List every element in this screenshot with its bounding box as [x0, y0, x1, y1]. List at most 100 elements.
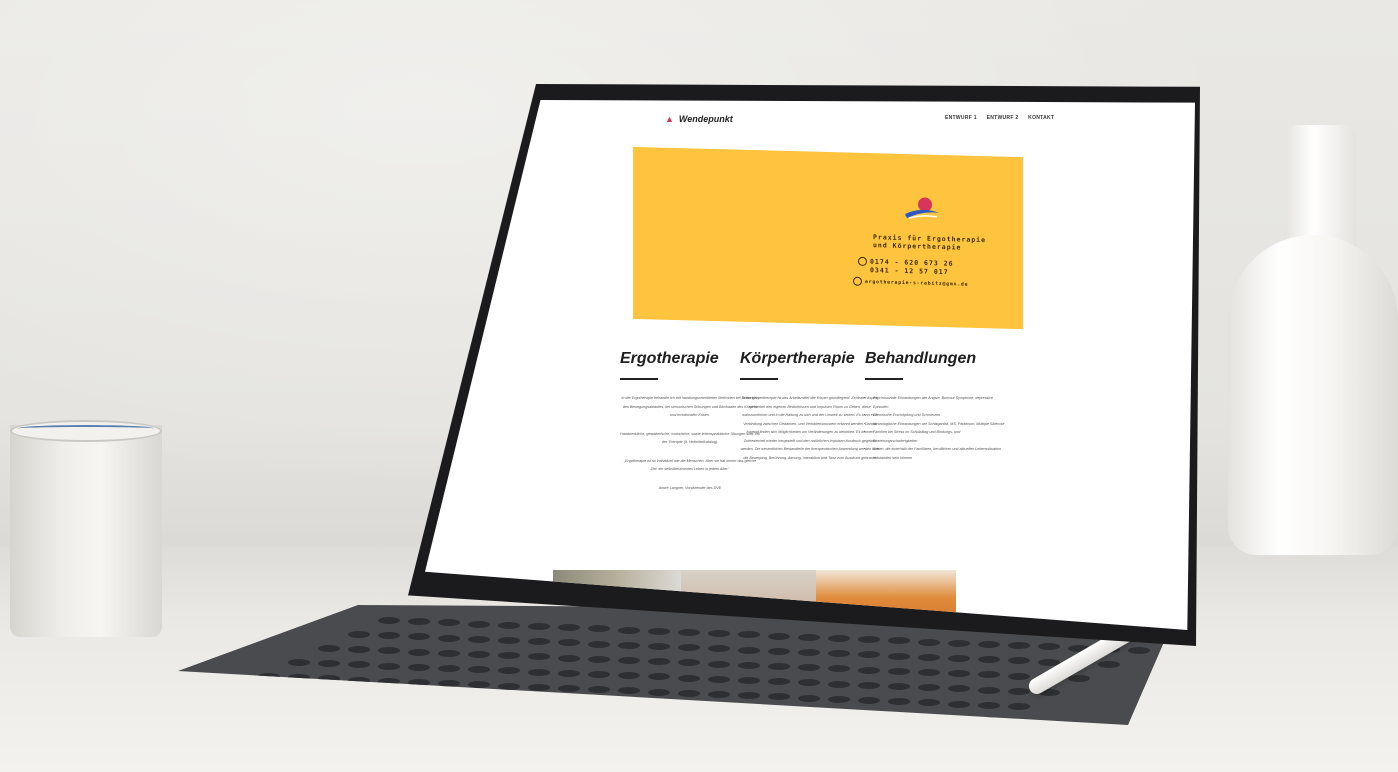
keyboard-key	[978, 671, 1000, 679]
nav-link-entwurf-2[interactable]: ENTWURF 2	[987, 115, 1019, 121]
keyboard-key	[588, 625, 610, 633]
keyboard-key	[768, 693, 790, 701]
nav-link-kontakt[interactable]: KONTAKT	[1028, 115, 1054, 121]
site-logo[interactable]: ▲ Wendepunkt	[665, 114, 733, 124]
keyboard-key	[558, 669, 580, 677]
keyboard-key	[348, 646, 370, 654]
quote: „Ergotherapie ist so individuell wie die…	[623, 458, 757, 472]
keyboard-key	[618, 626, 640, 634]
keyboard-key	[468, 666, 490, 674]
keyboard-key	[498, 652, 520, 660]
keyboard-key	[768, 678, 790, 686]
keyboard-key	[888, 652, 910, 660]
keyboard-key	[888, 667, 910, 675]
keyboard-key	[948, 670, 970, 678]
list-item: Neurologische Erkrankungen wie Schlaganf…	[873, 420, 1005, 429]
keyboard-key	[498, 621, 520, 629]
keyboard-key	[798, 649, 820, 656]
keyboard-key	[768, 663, 790, 670]
keyboard-key	[588, 640, 610, 648]
keyboard-key	[588, 655, 610, 663]
keyboard-key	[318, 660, 340, 668]
keyboard-key	[438, 619, 460, 627]
keyboard-key	[828, 680, 850, 688]
keyboard-key	[288, 659, 310, 666]
keyboard-key	[378, 632, 400, 640]
logo-triangle-icon: ▲	[665, 114, 674, 124]
tablet-screen: ▲ Wendepunkt ENTWURF 1 ENTWURF 2 KONTAKT …	[425, 100, 1195, 630]
white-vase	[1228, 235, 1398, 555]
keyboard-key	[738, 661, 760, 669]
keyboard-key	[948, 700, 970, 708]
keyboard-key	[558, 685, 580, 692]
keyboard-key	[1128, 647, 1150, 654]
keyboard-key	[318, 645, 340, 652]
keyboard-key	[708, 691, 730, 698]
keyboard-key	[1008, 703, 1030, 710]
keyboard-key	[708, 675, 730, 683]
nav-link-entwurf-1[interactable]: ENTWURF 1	[945, 115, 977, 121]
keyboard-key	[888, 698, 910, 706]
keyboard-key	[438, 634, 460, 642]
practice-logo-icon	[905, 197, 939, 219]
paragraph: Handwerkliche, gestalterische, motorisch…	[620, 431, 760, 445]
keyboard-key	[378, 617, 400, 624]
keyboard-key	[708, 630, 730, 638]
keyboard-key	[558, 639, 580, 647]
keyboard-key	[1008, 642, 1030, 650]
keyboard-key	[798, 679, 820, 687]
keyboard-key	[918, 699, 940, 707]
keyboard-key	[498, 637, 520, 644]
keyboard-key	[828, 635, 850, 642]
keyboard-key	[918, 684, 940, 692]
list-item: Familien bei Stress im Schulalltag und B…	[873, 428, 1005, 445]
keyboard-key	[438, 665, 460, 672]
keyboard-key	[528, 638, 550, 646]
keyboard-key	[618, 657, 640, 664]
title-underline	[865, 378, 903, 380]
email-address[interactable]: ergotherapie-s-rabitz@gmx.de	[865, 280, 968, 288]
keyboard-key	[678, 644, 700, 652]
keyboard-key	[978, 686, 1000, 694]
phone-block: 0174 - 620 673 26 0341 - 12 57 017	[858, 256, 954, 277]
keyboard-key	[798, 633, 820, 641]
quote-author: André Langner, Vorsitzender des DVE	[658, 485, 722, 490]
keyboard-key	[828, 665, 850, 673]
keyboard-key	[558, 624, 580, 632]
keyboard-key	[588, 671, 610, 678]
keyboard-key	[918, 669, 940, 676]
keyboard-key	[978, 641, 1000, 648]
keyboard-key	[528, 683, 550, 691]
keyboard-key	[618, 672, 640, 680]
keyboard-key	[978, 701, 1000, 709]
keyboard-key	[978, 656, 1000, 664]
keyboard-key	[1008, 657, 1030, 665]
keyboard-key	[378, 647, 400, 655]
site-nav: ENTWURF 1 ENTWURF 2 KONTAKT	[945, 115, 1062, 121]
keyboard-key	[348, 631, 370, 638]
keyboard-key	[528, 623, 550, 630]
column-koerpertherapie: Körpertherapie In der Körpertherapie ist…	[740, 350, 880, 472]
phone-2: 0341 - 12 57 017	[870, 266, 949, 277]
keyboard-key	[468, 651, 490, 658]
keyboard-key	[1068, 675, 1090, 682]
keyboard-key	[858, 697, 880, 704]
keyboard-key	[1008, 672, 1030, 680]
keyboard-key	[948, 685, 970, 693]
keyboard-key	[738, 646, 760, 654]
list-item: Krisen, die innerhalb der Familiären, be…	[873, 445, 1005, 462]
keyboard-key	[498, 682, 520, 690]
keyboard-key	[618, 687, 640, 695]
keyboard-key	[408, 633, 430, 641]
keyboard-key	[558, 654, 580, 662]
list-item: Chronische Erschöpfung und Schmerzen	[873, 411, 1005, 420]
keyboard-key	[348, 661, 370, 669]
keyboard-key	[648, 643, 670, 650]
keyboard-key	[768, 647, 790, 655]
keyboard-key	[948, 655, 970, 662]
keyboard-key	[918, 638, 940, 646]
keyboard-key	[648, 688, 670, 696]
paragraph: In der Ergotherapie behandle ich mit han…	[621, 396, 759, 417]
keyboard-key	[828, 695, 850, 703]
keyboard-key	[498, 667, 520, 675]
